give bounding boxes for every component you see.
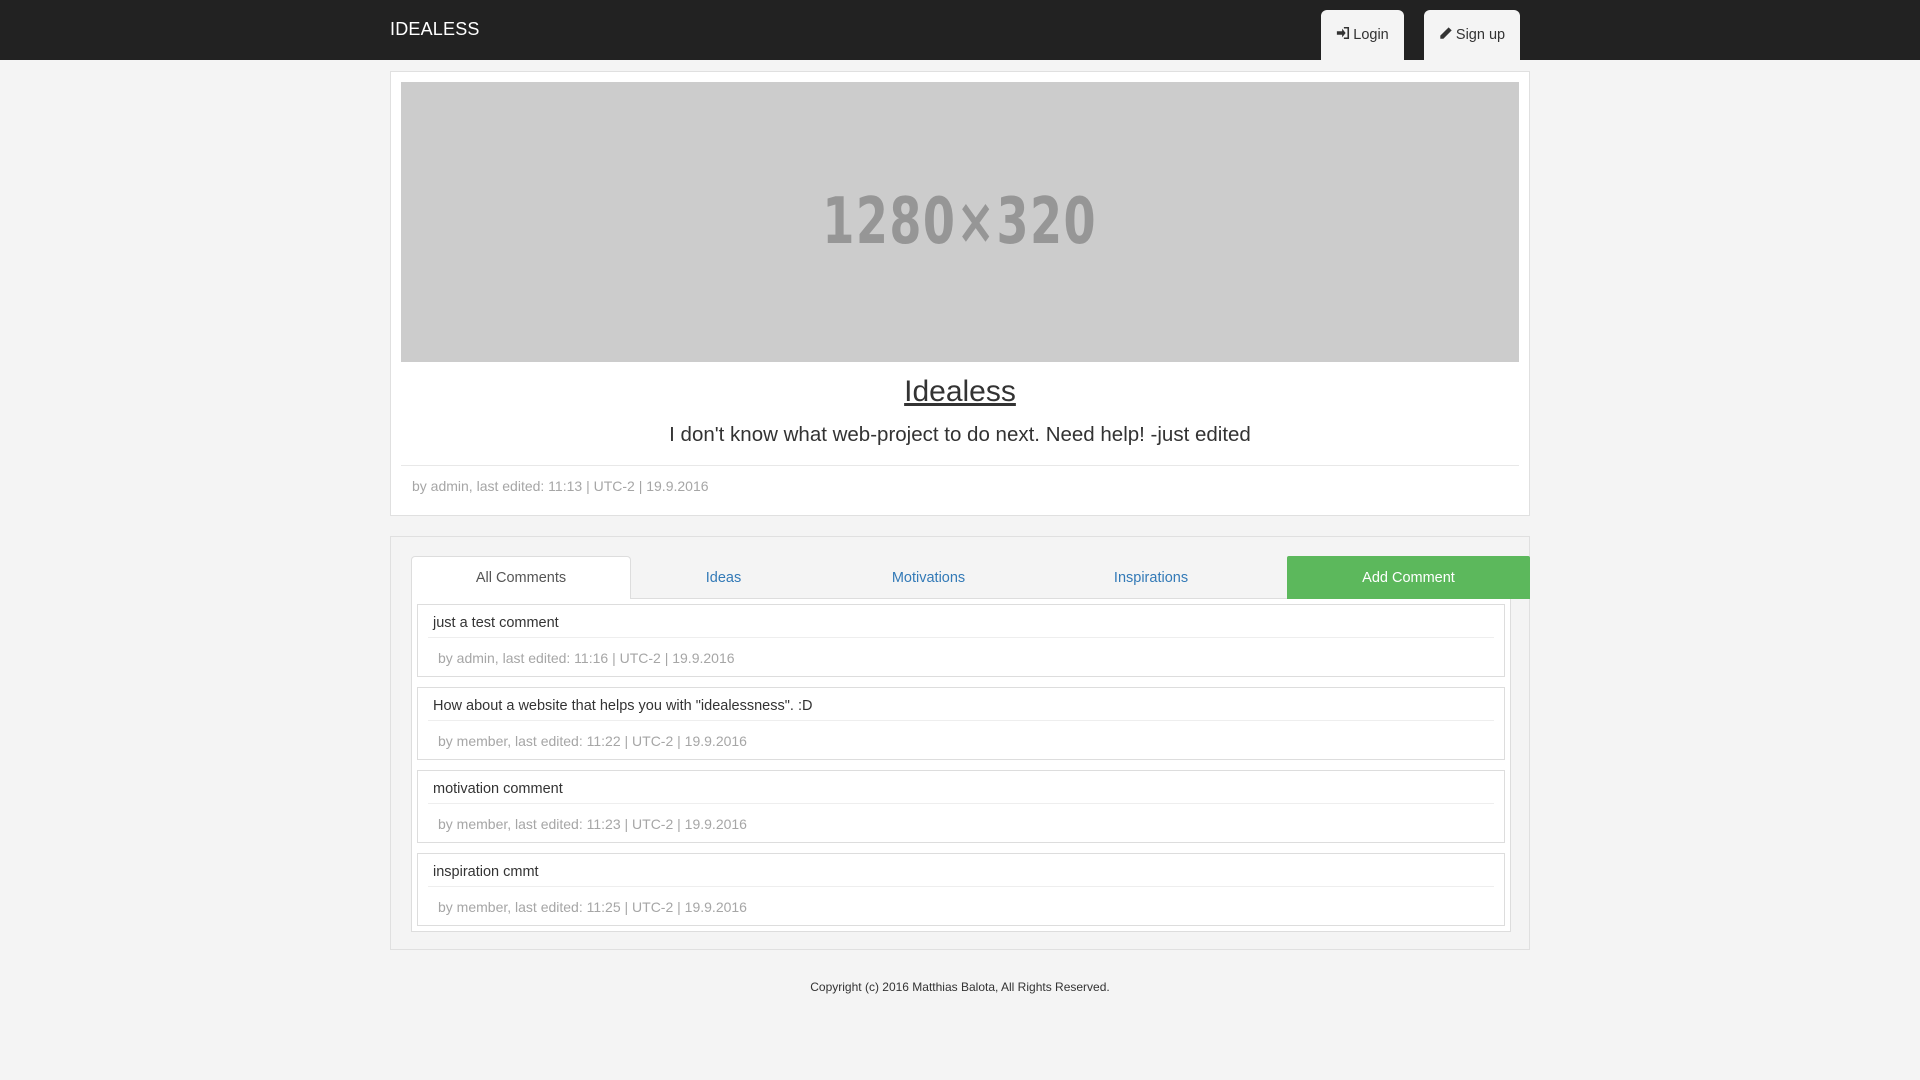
idea-panel: 1280×320 Idealess I don't know what web-… xyxy=(390,71,1530,516)
top-navbar: IDEALESS Login Sign up xyxy=(0,0,1920,60)
tab-ideas[interactable]: Ideas xyxy=(631,556,816,599)
divider xyxy=(428,803,1494,804)
tab-inspirations[interactable]: Inspirations xyxy=(1041,556,1261,599)
comment-tabs: All Comments Ideas Motivations Inspirati… xyxy=(411,556,1530,600)
comments-panel: All Comments Ideas Motivations Inspirati… xyxy=(390,536,1530,950)
comment-item: How about a website that helps you with … xyxy=(417,687,1505,760)
signup-button[interactable]: Sign up xyxy=(1424,10,1520,60)
comment-meta: by member, last edited: 11:25 | UTC-2 | … xyxy=(438,899,747,915)
comment-item: inspiration cmmt by member, last edited:… xyxy=(417,853,1505,926)
login-button[interactable]: Login xyxy=(1321,10,1404,60)
comment-text: motivation comment xyxy=(433,781,563,797)
signup-label: Sign up xyxy=(1455,27,1506,43)
comment-text: just a test comment xyxy=(433,615,559,631)
tab-motivations[interactable]: Motivations xyxy=(816,556,1041,599)
idea-meta: by admin, last edited: 11:13 | UTC-2 | 1… xyxy=(412,478,709,494)
comment-text: inspiration cmmt xyxy=(433,864,539,880)
pencil-icon xyxy=(1439,26,1453,44)
divider xyxy=(428,886,1494,887)
divider xyxy=(428,637,1494,638)
image-placeholder-text: 1280×320 xyxy=(822,185,1098,259)
divider xyxy=(428,720,1494,721)
add-comment-button[interactable]: Add Comment xyxy=(1287,556,1530,599)
comment-item: motivation comment by member, last edite… xyxy=(417,770,1505,843)
comment-list: just a test comment by admin, last edite… xyxy=(411,599,1511,932)
comment-meta: by member, last edited: 11:23 | UTC-2 | … xyxy=(438,816,747,832)
idea-description: I don't know what web-project to do next… xyxy=(669,423,1251,446)
brand-logo[interactable]: IDEALESS xyxy=(390,19,480,40)
divider xyxy=(401,465,1519,466)
idea-image-placeholder: 1280×320 xyxy=(401,82,1519,362)
tab-all-comments[interactable]: All Comments xyxy=(411,556,631,600)
login-icon xyxy=(1336,26,1350,44)
idea-title[interactable]: Idealess xyxy=(391,375,1529,409)
comment-meta: by admin, last edited: 11:16 | UTC-2 | 1… xyxy=(438,650,735,666)
footer-copyright: Copyright (c) 2016 Matthias Balota, All … xyxy=(810,980,1110,994)
comment-text: How about a website that helps you with … xyxy=(433,698,813,714)
comment-meta: by member, last edited: 11:22 | UTC-2 | … xyxy=(438,733,747,749)
comment-item: just a test comment by admin, last edite… xyxy=(417,604,1505,677)
login-label: Login xyxy=(1353,27,1389,43)
